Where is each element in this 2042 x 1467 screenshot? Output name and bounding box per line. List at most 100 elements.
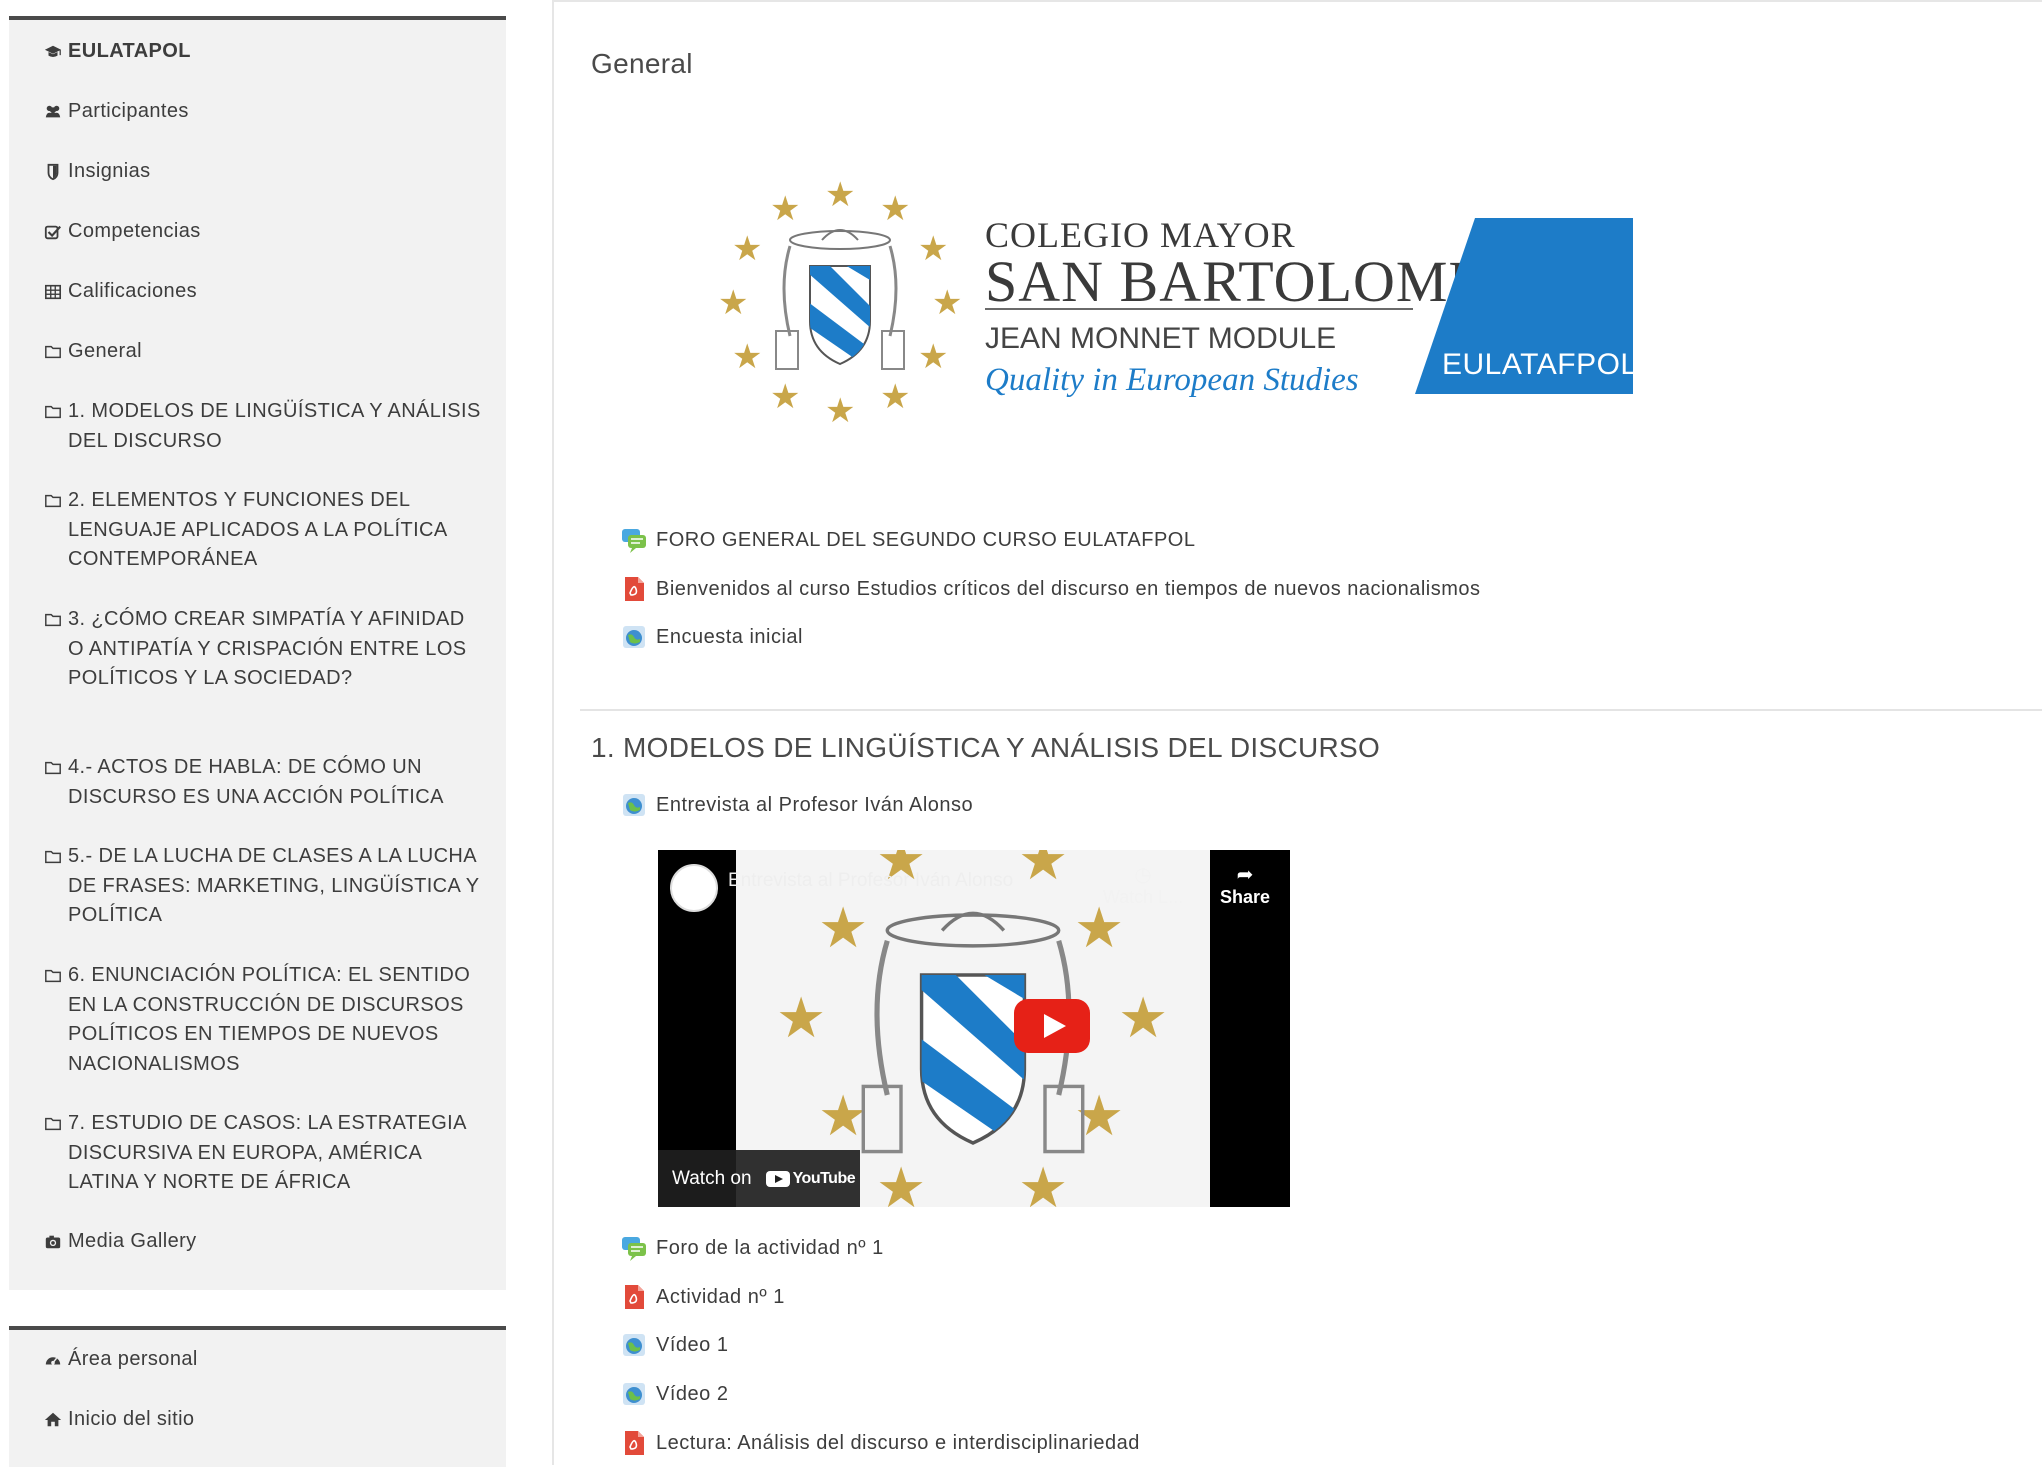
- sidebar-item-section-3[interactable]: 3. ¿CÓMO CREAR SIMPATÍA Y AFINIDAD O ANT…: [44, 605, 484, 694]
- sidebar-item-label: Inicio del sitio: [68, 1408, 195, 1430]
- sidebar-item-section-2[interactable]: 2. ELEMENTOS Y FUNCIONES DEL LENGUAJE AP…: [44, 486, 484, 575]
- sidebar-item-label: Insignias: [68, 160, 151, 182]
- watch-on-label: Watch on: [672, 1167, 752, 1189]
- sidebar-item-section-4[interactable]: 4.- ACTOS DE HABLA: DE CÓMO UN DISCURSO …: [44, 753, 484, 812]
- table-icon: [44, 277, 68, 307]
- activity-label: Foro de la actividad nº 1: [656, 1236, 884, 1259]
- users-icon: [44, 97, 68, 127]
- banner-line-4: Quality in European Studies: [985, 362, 1359, 398]
- pdf-icon: [620, 1429, 648, 1457]
- star-icon: ★: [825, 176, 856, 214]
- activity-forum-general[interactable]: FORO GENERAL DEL SEGUNDO CURSO EULATAFPO…: [620, 526, 1195, 554]
- sidebar-item-label: General: [68, 340, 142, 362]
- video-title[interactable]: Entrevista al Profesor Iván Alonso: [728, 870, 1013, 892]
- activity-url-interview[interactable]: Entrevista al Profesor Iván Alonso: [620, 791, 973, 819]
- star-icon: ★: [880, 190, 911, 228]
- home-icon: [44, 1405, 68, 1435]
- play-button[interactable]: [1014, 999, 1090, 1053]
- sidebar-item-site-home[interactable]: Inicio del sitio: [44, 1405, 484, 1435]
- folder-icon: [44, 486, 68, 516]
- activity-url-video-2[interactable]: Vídeo 2: [620, 1380, 728, 1408]
- watch-later-label: Watch L...: [1102, 887, 1184, 907]
- sidebar-item-label: Participantes: [68, 100, 189, 122]
- sidebar-item-label: Calificaciones: [68, 280, 197, 302]
- sidebar-item-label: Media Gallery: [68, 1230, 197, 1252]
- folder-icon: [44, 605, 68, 635]
- sidebar-item-label: 4.- ACTOS DE HABLA: DE CÓMO UN DISCURSO …: [68, 756, 444, 808]
- banner-rule: [985, 308, 1413, 310]
- sidebar-item-label: 2. ELEMENTOS Y FUNCIONES DEL LENGUAJE AP…: [68, 489, 447, 570]
- url-icon: [620, 1380, 648, 1408]
- camera-icon: [44, 1227, 68, 1257]
- folder-icon: [44, 753, 68, 783]
- sidebar-item-general[interactable]: General: [44, 337, 484, 367]
- pdf-icon: [620, 575, 648, 603]
- sidebar-item-label: 6. ENUNCIACIÓN POLÍTICA: EL SENTIDO EN L…: [68, 964, 471, 1075]
- sidebar-item-section-6[interactable]: 6. ENUNCIACIÓN POLÍTICA: EL SENTIDO EN L…: [44, 961, 484, 1079]
- star-icon: ★: [1018, 850, 1069, 891]
- star-icon: ★: [776, 986, 827, 1049]
- sidebar-item-label: Área personal: [68, 1348, 198, 1370]
- clock-icon: ◷: [1134, 864, 1152, 886]
- sidebar-item-label: 3. ¿CÓMO CREAR SIMPATÍA Y AFINIDAD O ANT…: [68, 608, 467, 689]
- star-icon: ★: [718, 284, 749, 322]
- star-icon: ★: [770, 190, 801, 228]
- forum-icon: [620, 1234, 648, 1262]
- star-icon: ★: [932, 284, 963, 322]
- activity-url-video-1[interactable]: Vídeo 1: [620, 1331, 728, 1359]
- share-icon: ➦: [1236, 864, 1254, 886]
- section-title-general: General: [591, 48, 693, 79]
- activity-label: Vídeo 2: [656, 1382, 729, 1405]
- sidebar-item-media-gallery[interactable]: Media Gallery: [44, 1227, 484, 1257]
- youtube-embed[interactable]: ★ ★ ★ ★ ★ ★ ★ ★ ★ ★ Entrevista al Profes…: [658, 850, 1290, 1207]
- watch-on-youtube-button[interactable]: Watch on YouTube: [658, 1150, 860, 1207]
- sidebar-item-label: Competencias: [68, 220, 201, 242]
- checkbox-icon: [44, 217, 68, 247]
- banner-line-3: JEAN MONNET MODULE: [985, 322, 1337, 355]
- sidebar-item-section-7[interactable]: 7. ESTUDIO DE CASOS: LA ESTRATEGIA DISCU…: [44, 1109, 484, 1198]
- sidebar-item-course-home[interactable]: EULATAPOL: [44, 37, 484, 67]
- forum-icon: [620, 526, 648, 554]
- sidebar-item-label: EULATAPOL: [68, 40, 191, 62]
- graduation-cap-icon: [44, 37, 68, 67]
- activity-label: Lectura: Análisis del discurso e interdi…: [656, 1431, 1140, 1454]
- share-label: Share: [1219, 887, 1271, 907]
- sidebar-item-section-5[interactable]: 5.- DE LA LUCHA DE CLASES A LA LUCHA DE …: [44, 842, 484, 931]
- folder-icon: [44, 1109, 68, 1139]
- section-divider: [580, 709, 2042, 711]
- star-icon: ★: [918, 230, 949, 268]
- sidebar-item-label: 1. MODELOS DE LINGÜÍSTICA Y ANÁLISIS DEL…: [68, 400, 481, 452]
- sidebar-item-badges[interactable]: Insignias: [44, 157, 484, 187]
- url-icon: [620, 1331, 648, 1359]
- share-button[interactable]: ➦ Share: [1210, 862, 1280, 908]
- activity-pdf-welcome[interactable]: Bienvenidos al curso Estudios críticos d…: [620, 575, 1481, 603]
- sidebar-item-dashboard[interactable]: Área personal: [44, 1345, 484, 1375]
- sidebar-item-participants[interactable]: Participantes: [44, 97, 484, 127]
- course-banner: ★ ★ ★ ★ ★ ★ ★ ★ ★ ★ ★ ★ COLEGIO MAYOR SA…: [710, 170, 1637, 440]
- activity-label: Bienvenidos al curso Estudios críticos d…: [656, 577, 1481, 600]
- watch-later-button[interactable]: ◷ Watch L...: [1098, 862, 1188, 908]
- star-icon: ★: [825, 392, 856, 430]
- channel-avatar[interactable]: [670, 864, 718, 912]
- activity-label: Actividad nº 1: [656, 1285, 785, 1308]
- activity-forum-activity-1[interactable]: Foro de la actividad nº 1: [620, 1234, 884, 1262]
- dashboard-icon: [44, 1345, 68, 1375]
- sidebar-item-competencies[interactable]: Competencias: [44, 217, 484, 247]
- pdf-icon: [620, 1283, 648, 1311]
- activity-pdf-activity-1[interactable]: Actividad nº 1: [620, 1283, 785, 1311]
- star-icon: ★: [880, 378, 911, 416]
- folder-icon: [44, 397, 68, 427]
- url-icon: [620, 623, 648, 651]
- activity-label: FORO GENERAL DEL SEGUNDO CURSO EULATAFPO…: [656, 528, 1196, 551]
- activity-label: Vídeo 1: [656, 1333, 729, 1356]
- star-icon: ★: [732, 230, 763, 268]
- sidebar-item-grades[interactable]: Calificaciones: [44, 277, 484, 307]
- star-icon: ★: [1118, 986, 1169, 1049]
- activity-label: Encuesta inicial: [656, 625, 803, 648]
- activity-label: Entrevista al Profesor Iván Alonso: [656, 793, 974, 816]
- sidebar-item-label: 5.- DE LA LUCHA DE CLASES A LA LUCHA DE …: [68, 845, 480, 926]
- activity-url-survey[interactable]: Encuesta inicial: [620, 623, 803, 651]
- url-icon: [620, 791, 648, 819]
- activity-pdf-reading[interactable]: Lectura: Análisis del discurso e interdi…: [620, 1429, 1140, 1457]
- sidebar-item-section-1[interactable]: 1. MODELOS DE LINGÜÍSTICA Y ANÁLISIS DEL…: [44, 397, 484, 456]
